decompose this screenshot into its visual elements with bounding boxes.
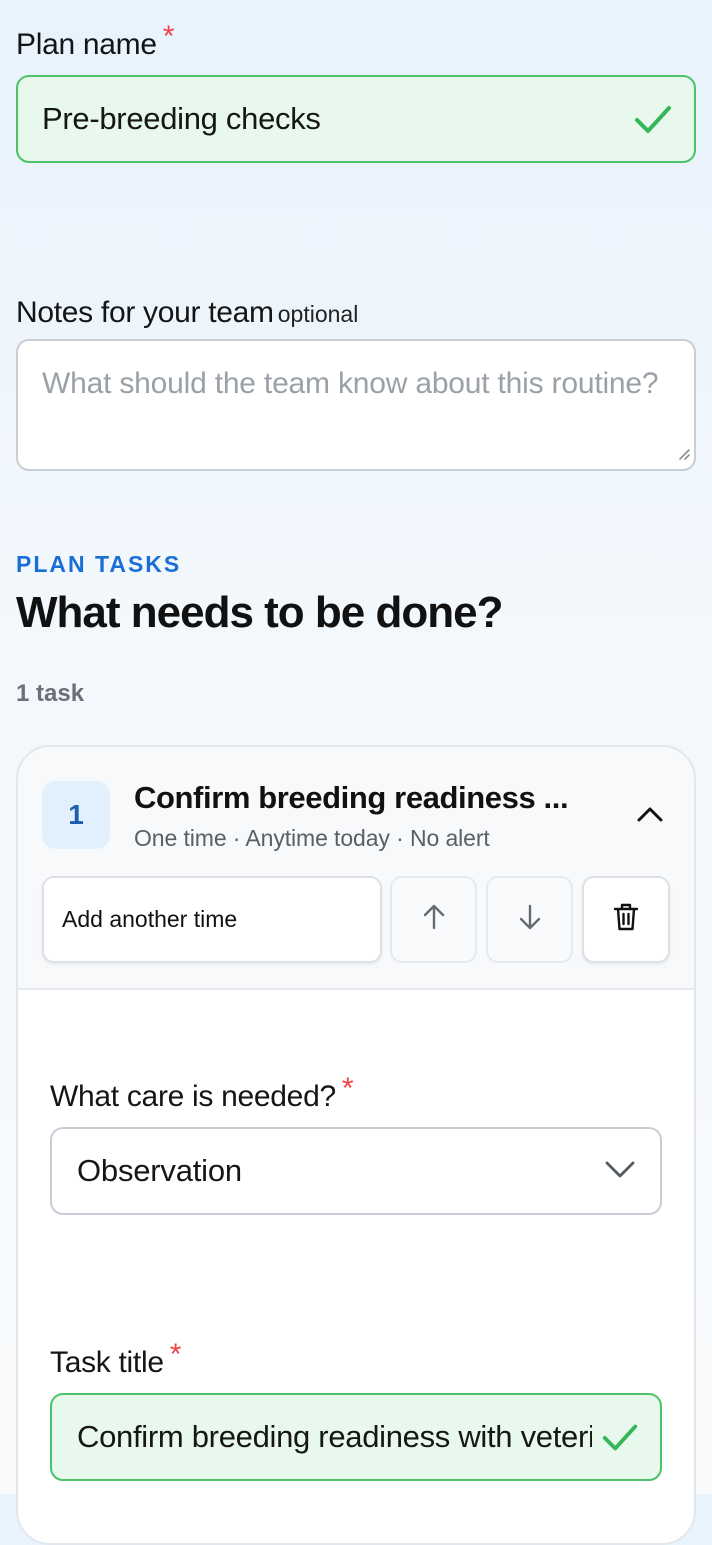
task-title-label-text: Task title xyxy=(50,1346,164,1379)
care-select[interactable]: Observation xyxy=(50,1127,662,1215)
add-another-time-label: Add another time xyxy=(62,906,238,932)
care-label-text: What care is needed? xyxy=(50,1080,336,1113)
notes-textarea[interactable]: What should the team know about this rou… xyxy=(16,339,696,471)
task-count: 1 task xyxy=(16,680,85,707)
arrow-down-icon xyxy=(517,903,543,936)
notes-placeholder: What should the team know about this rou… xyxy=(42,367,659,400)
notes-label: Notes for your team optional xyxy=(16,296,358,330)
task-title-input[interactable]: Confirm breeding readiness with veterina… xyxy=(50,1393,662,1481)
move-down-button[interactable] xyxy=(486,876,573,963)
section-eyebrow: PLAN TASKS xyxy=(16,551,182,577)
notes-label-text: Notes for your team xyxy=(16,296,274,329)
resize-handle-icon[interactable] xyxy=(677,447,691,466)
plan-name-value: Pre-breeding checks xyxy=(42,101,321,136)
section-heading: What needs to be done? xyxy=(16,588,503,637)
collapse-button[interactable] xyxy=(632,800,668,832)
required-marker: * xyxy=(341,1072,354,1105)
arrow-up-icon xyxy=(421,903,447,936)
move-up-button[interactable] xyxy=(390,876,477,963)
task-title-label: Task title * xyxy=(50,1338,181,1380)
task-title: Confirm breeding readiness ... xyxy=(134,780,569,815)
delete-task-button[interactable] xyxy=(582,876,670,963)
trash-icon xyxy=(612,902,640,937)
check-icon xyxy=(600,1417,640,1457)
task-number-badge: 1 xyxy=(42,781,110,849)
required-marker: * xyxy=(169,1338,182,1371)
chevron-up-icon xyxy=(636,805,664,828)
plan-name-label-text: Plan name xyxy=(16,28,157,61)
task-title-value: Confirm breeding readiness with veterina… xyxy=(77,1419,592,1454)
required-marker: * xyxy=(162,20,175,53)
chevron-down-icon xyxy=(604,1159,636,1184)
care-select-value: Observation xyxy=(77,1153,242,1188)
task-meta: One time · Anytime today · No alert xyxy=(134,825,490,851)
plan-name-input[interactable]: Pre-breeding checks xyxy=(16,75,696,163)
add-another-time-button[interactable]: Add another time xyxy=(42,876,382,963)
optional-label: optional xyxy=(277,301,359,327)
care-label: What care is needed? * xyxy=(50,1072,354,1114)
check-icon xyxy=(632,98,674,140)
plan-name-label: Plan name * xyxy=(16,20,174,62)
